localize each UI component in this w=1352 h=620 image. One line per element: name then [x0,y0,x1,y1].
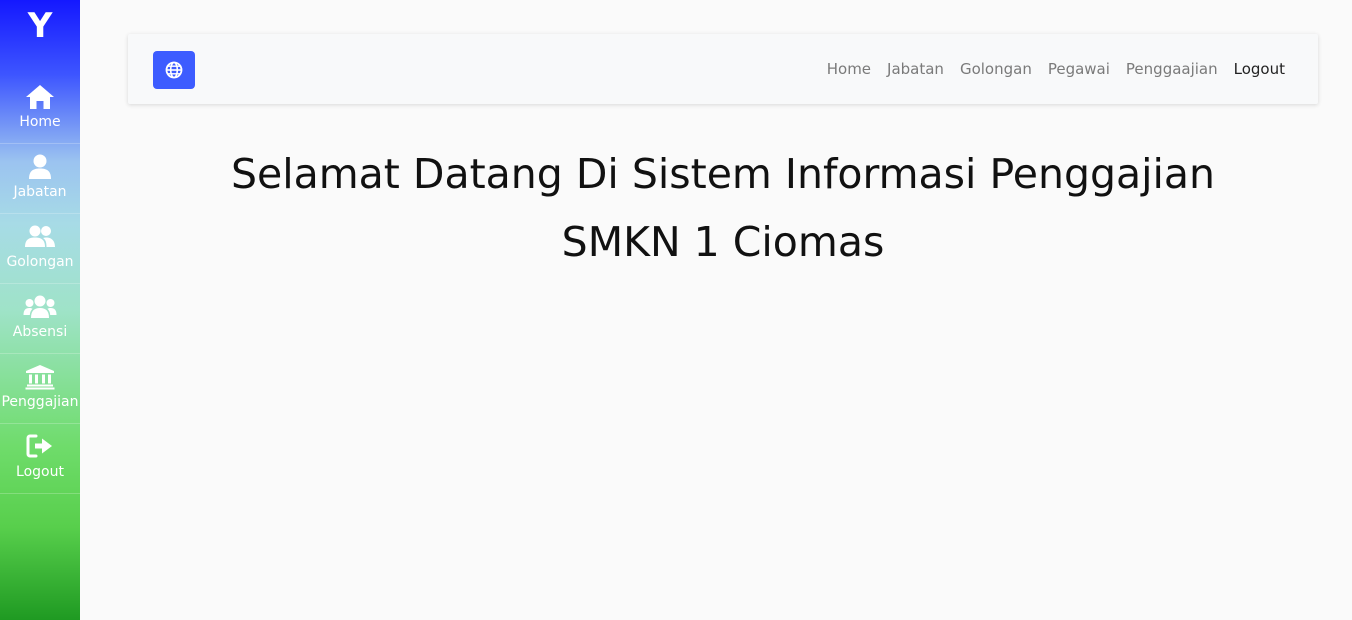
sidebar-item-logout[interactable]: Logout [0,423,80,494]
sidebar-item-label: Jabatan [13,184,67,200]
welcome-line-1: Selamat Datang Di Sistem Informasi Pengg… [230,150,1216,198]
welcome-heading: Selamat Datang Di Sistem Informasi Pengg… [128,140,1318,276]
nav-link-golongan[interactable]: Golongan [960,60,1032,78]
sidebar-item-home[interactable]: Home [0,73,80,144]
sidebar-item-label: Absensi [12,324,68,340]
welcome-line-2: SMKN 1 Ciomas [561,218,885,266]
sidebar-logo[interactable]: Y [0,4,80,48]
logout-icon [26,434,52,458]
sidebar: Y Home Jabatan Golongan Absensi Penggaji… [0,0,80,620]
bank-icon [25,365,55,390]
nav-link-penggaajian[interactable]: Penggaajian [1126,60,1218,78]
sidebar-toggle-button[interactable] [153,51,195,89]
user-icon [29,154,51,179]
nav-link-jabatan[interactable]: Jabatan [887,60,944,78]
users-icon [25,225,55,247]
sidebar-item-golongan[interactable]: Golongan [0,213,80,284]
sidebar-item-label: Golongan [6,254,74,270]
sidebar-item-label: Penggajian [1,394,79,410]
nav-link-home[interactable]: Home [827,60,871,78]
sidebar-item-jabatan[interactable]: Jabatan [0,143,80,214]
sidebar-item-label: Home [19,114,61,130]
nav-link-logout[interactable]: Logout [1234,60,1285,78]
nav-link-pegawai[interactable]: Pegawai [1048,60,1110,78]
sidebar-item-penggajian[interactable]: Penggajian [0,353,80,424]
sidebar-item-label: Logout [16,464,64,480]
top-navbar: Home Jabatan Golongan Pegawai Penggaajia… [128,34,1318,104]
globe-icon [165,61,183,79]
users-group-icon [23,295,57,318]
sidebar-item-absensi[interactable]: Absensi [0,283,80,354]
nav-links: Home Jabatan Golongan Pegawai Penggaajia… [811,34,1285,104]
home-icon [26,85,54,109]
